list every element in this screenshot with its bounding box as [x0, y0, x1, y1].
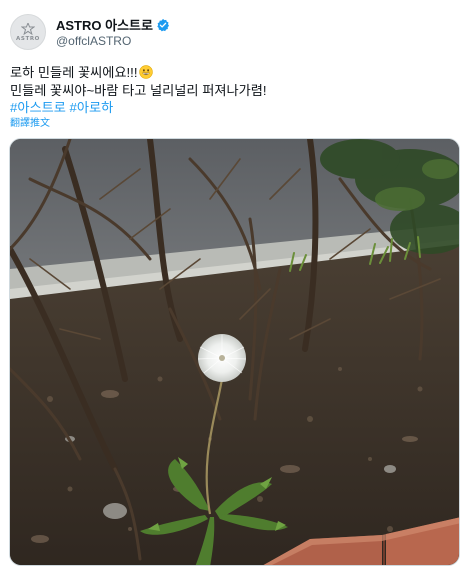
tweet-text: 로하 민들레 꽃씨에요!!! 민들레 꽃씨야~바람 타고 널리널리 퍼져나가렴!…: [10, 64, 460, 117]
astro-logo-icon: [21, 22, 35, 35]
grinning-face-emoji-icon: [138, 65, 153, 79]
display-name[interactable]: ASTRO 아스트로: [56, 15, 153, 34]
tweet-photo[interactable]: [9, 138, 460, 566]
translate-tweet-link[interactable]: 翻譯推文: [10, 114, 50, 129]
hashtag-row: #아스트로 #아로하: [10, 99, 460, 117]
hashtag-aroha[interactable]: #아로하: [70, 100, 114, 115]
verified-badge-icon: [157, 18, 169, 31]
tweet-line-1: 로하 민들레 꽃씨에요!!!: [10, 64, 460, 82]
hashtag-astro[interactable]: #아스트로: [10, 100, 66, 115]
dandelion-photo: [10, 139, 459, 565]
avatar[interactable]: ASTRO: [10, 14, 46, 50]
tweet-line-2: 민들레 꽃씨야~바람 타고 널리널리 퍼져나가렴!: [10, 82, 267, 98]
handle[interactable]: @offclASTRO: [56, 34, 170, 48]
tweet-line-1-text: 로하 민들레 꽃씨에요!!!: [10, 65, 138, 80]
account-names: ASTRO 아스트로 @offclASTRO: [56, 16, 170, 48]
display-name-row: ASTRO 아스트로: [56, 16, 170, 33]
avatar-label: ASTRO: [16, 35, 40, 42]
tweet-header: ASTRO ASTRO 아스트로 @offclASTRO: [10, 12, 170, 52]
tweet-card: ASTRO ASTRO 아스트로 @offclASTRO 로하 민들레 꽃씨에요…: [0, 0, 469, 568]
